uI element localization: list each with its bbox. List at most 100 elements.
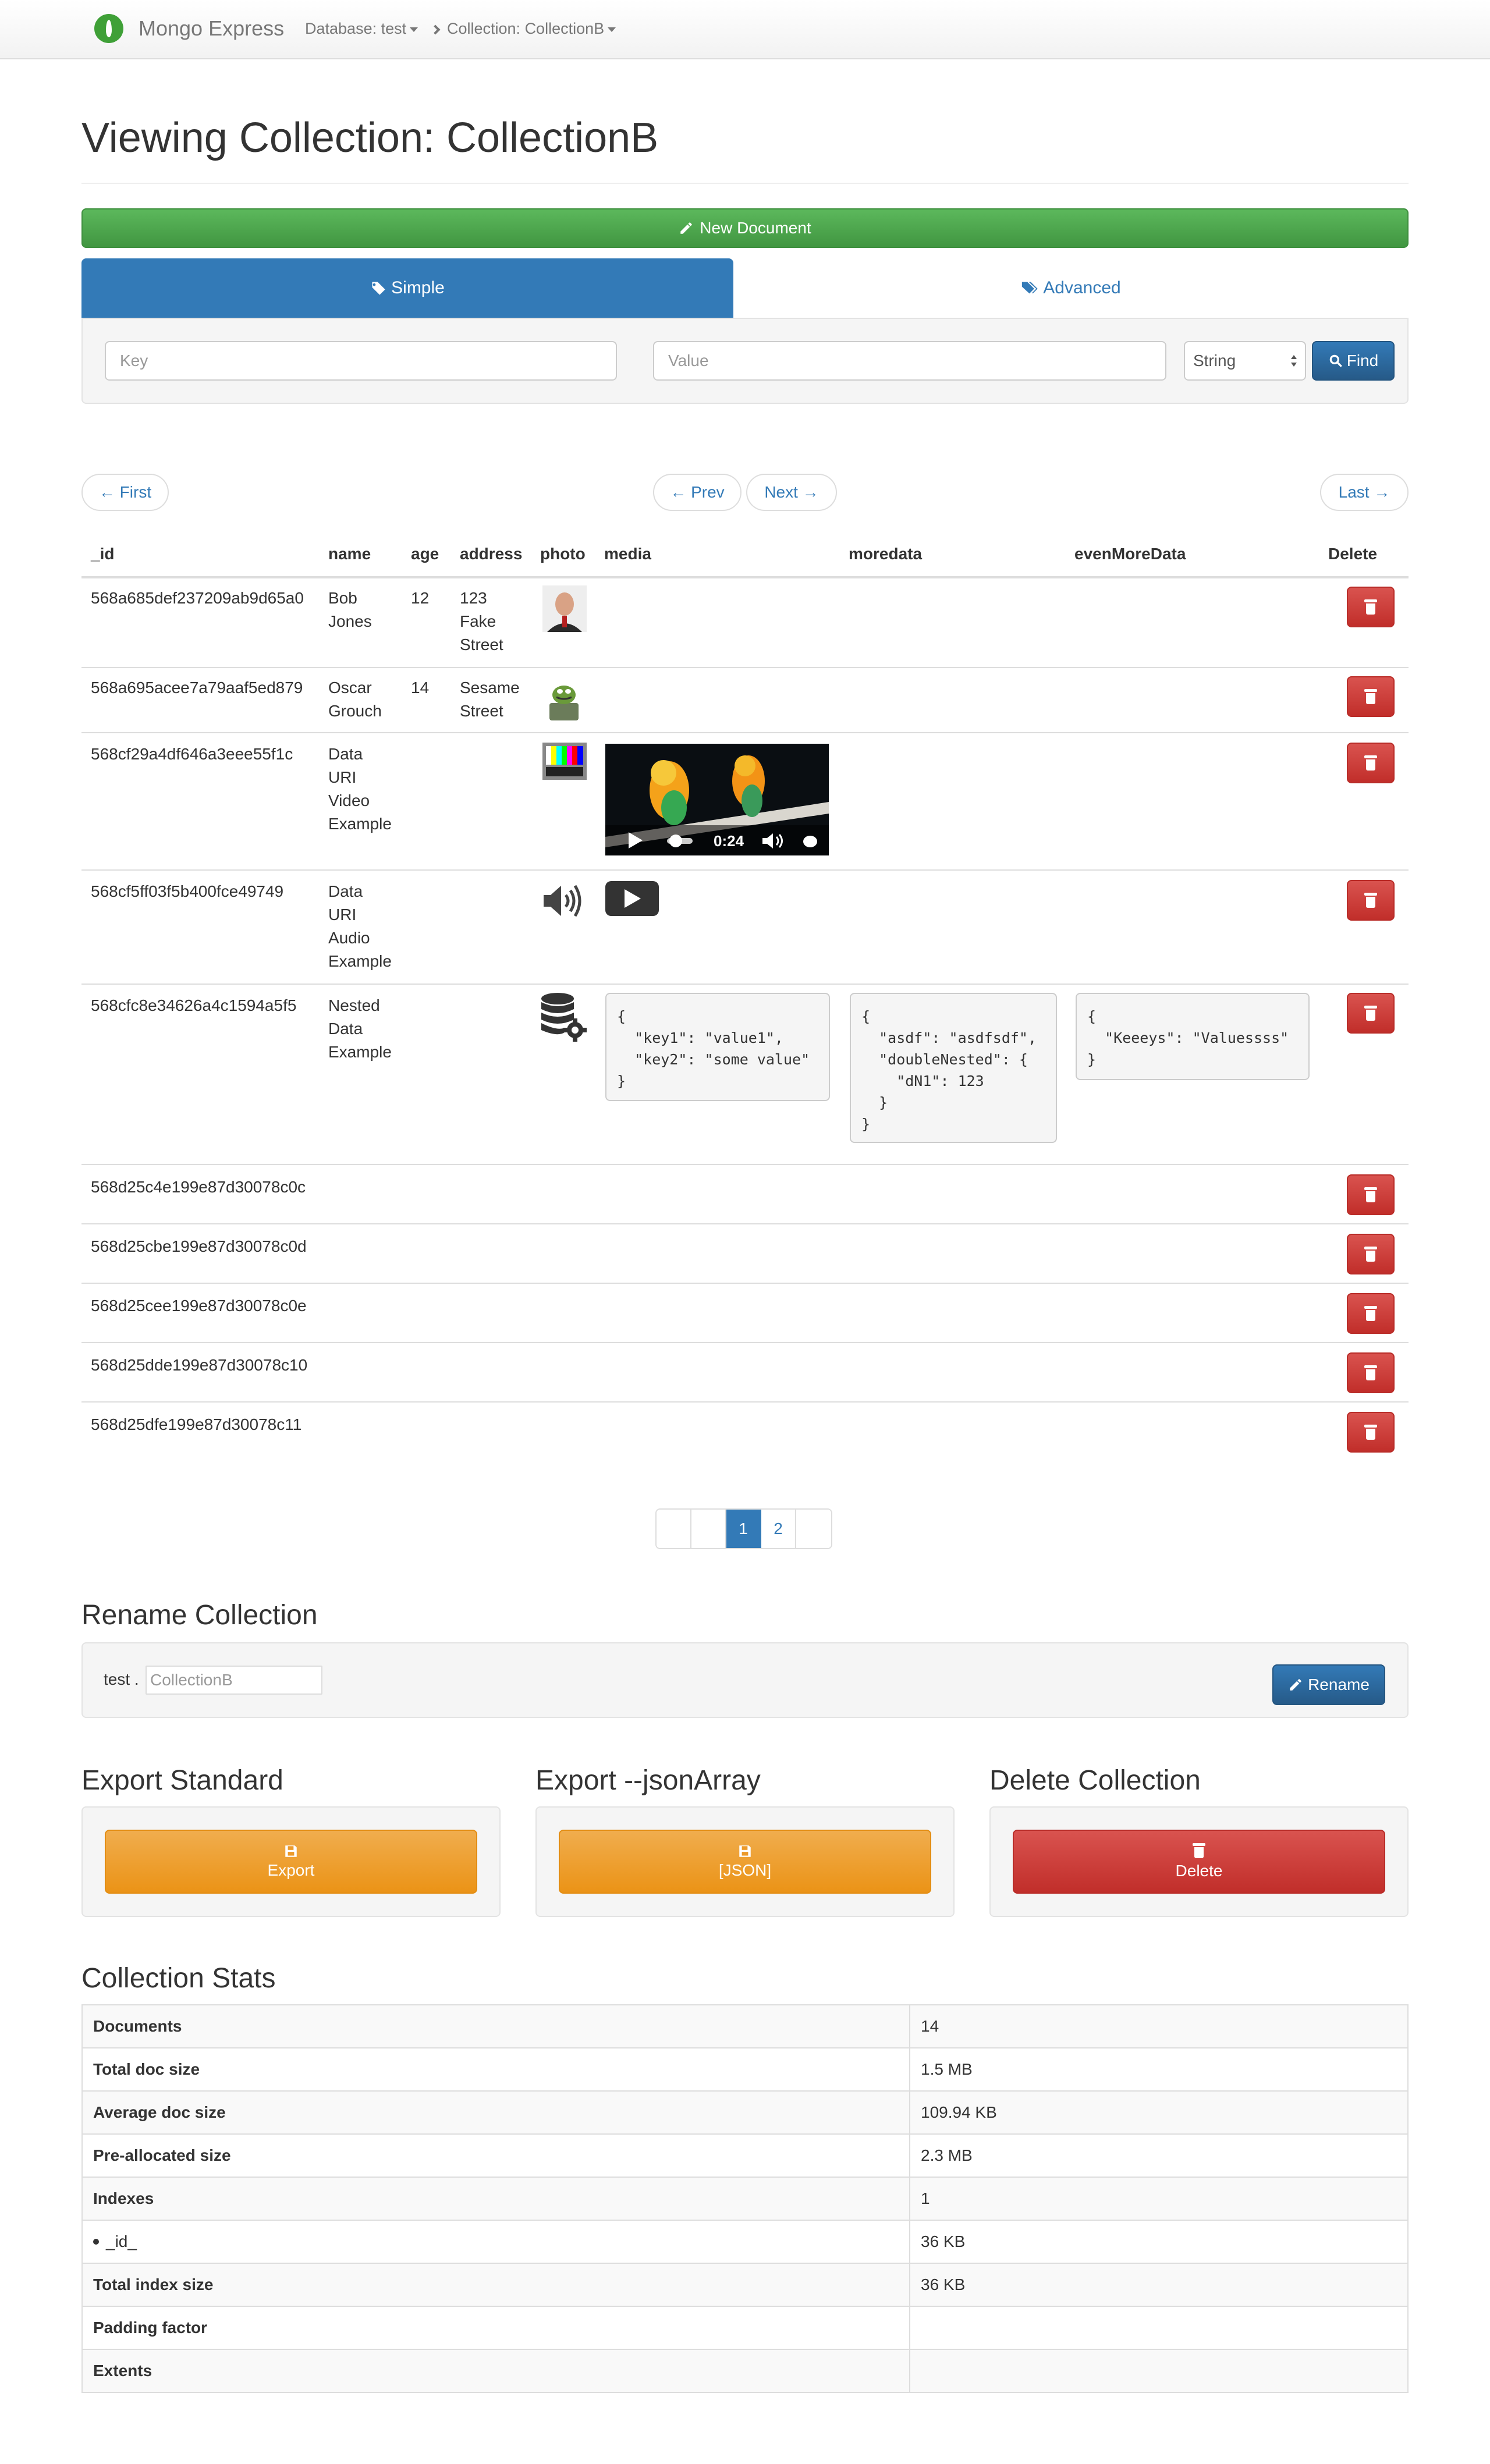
row-divider (81, 869, 1409, 871)
new-document-button[interactable]: New Document (81, 208, 1409, 248)
row-id-link[interactable]: 568a695acee7a79aaf5ed879 (91, 676, 303, 700)
delete-row-button[interactable] (1347, 993, 1395, 1034)
stats-row: _id_ 36 KB (81, 2220, 1409, 2264)
page-2-link[interactable]: 2 (761, 1510, 796, 1548)
tag-icon (371, 282, 385, 295)
delete-row-button[interactable] (1347, 1412, 1395, 1453)
row-divider (81, 1164, 1409, 1165)
json-cell-media: { "key1": "value1", "key2": "some value"… (605, 993, 830, 1101)
tab-advanced[interactable]: Advanced (733, 258, 1409, 318)
page-1-link[interactable]: 1 (726, 1510, 761, 1548)
rename-input[interactable]: CollectionB (146, 1666, 322, 1695)
stat-value: 1.5 MB (909, 2047, 1409, 2092)
stats-heading: Collection Stats (81, 1963, 276, 1994)
stat-label: Documents (81, 2004, 910, 2048)
delete-row-button[interactable] (1347, 587, 1395, 627)
stat-value: 14 (909, 2004, 1409, 2048)
database-gear-icon[interactable] (539, 992, 587, 1042)
delete-row-button[interactable] (1347, 1234, 1395, 1274)
bullet-icon (93, 2238, 99, 2245)
delete-row-button[interactable] (1347, 676, 1395, 717)
trash-icon (1364, 1006, 1377, 1021)
export-standard-heading: Export Standard (81, 1765, 283, 1796)
stats-row: Padding factor (81, 2306, 1409, 2350)
trash-icon (1364, 1247, 1377, 1262)
row-id-link[interactable]: 568cf29a4df646a3eee55f1c (91, 743, 293, 766)
stat-value: 1 (909, 2177, 1409, 2221)
brand-name[interactable]: Mongo Express (139, 16, 284, 41)
database-dropdown[interactable]: Database: test (305, 20, 418, 38)
row-divider (81, 732, 1409, 733)
column-header-age[interactable]: age (411, 545, 439, 563)
divider (81, 183, 1409, 184)
row-id-link[interactable]: 568cf5ff03f5b400fce49749 (91, 880, 283, 903)
test-pattern-image (542, 743, 587, 780)
row-id-link[interactable]: 568d25cee199e87d30078c0e (91, 1294, 307, 1318)
type-select[interactable]: String (1184, 341, 1306, 381)
row-id-link[interactable]: 568d25dfe199e87d30078c11 (91, 1413, 301, 1436)
column-header-evenmoredata[interactable]: evenMoreData (1074, 545, 1186, 563)
floppy-icon (285, 1845, 297, 1857)
row-divider (81, 667, 1409, 668)
pagination-blank (691, 1510, 726, 1548)
play-icon[interactable] (626, 831, 644, 850)
column-header-moredata[interactable]: moredata (849, 545, 922, 563)
volume-slider-handle[interactable] (803, 836, 817, 847)
column-header-address[interactable]: address (460, 545, 522, 563)
delete-row-button[interactable] (1347, 1293, 1395, 1334)
delete-row-button[interactable] (1347, 1352, 1395, 1393)
row-id-link[interactable]: 568d25c4e199e87d30078c0c (91, 1176, 306, 1199)
column-header-photo[interactable]: photo (540, 545, 586, 563)
export-button[interactable]: Export (105, 1830, 477, 1894)
tab-simple[interactable]: Simple (81, 258, 733, 318)
table-header-divider (81, 576, 1409, 578)
last-page-button[interactable]: Last → (1320, 474, 1409, 511)
stats-row: Total index size 36 KB (81, 2263, 1409, 2307)
collection-dropdown[interactable]: Collection: CollectionB (430, 20, 616, 38)
export-json-button[interactable]: [JSON] (559, 1830, 931, 1894)
row-id-link[interactable]: 568d25dde199e87d30078c10 (91, 1354, 307, 1377)
column-header-delete: Delete (1328, 545, 1378, 563)
navbar: Mongo Express Database: test Collection:… (0, 0, 1490, 59)
prev-page-button[interactable]: ← Prev (653, 474, 742, 511)
delete-collection-button[interactable]: Delete (1013, 1830, 1385, 1894)
stat-label: Indexes (81, 2177, 910, 2221)
video-player[interactable]: 0:24 (605, 744, 829, 855)
row-id-link[interactable]: 568cfc8e34626a4c1594a5f5 (91, 994, 296, 1017)
stat-value (909, 2306, 1409, 2350)
row-divider (81, 1342, 1409, 1343)
stats-row: Documents 14 (81, 2004, 1409, 2048)
pencil-icon (1290, 1679, 1301, 1691)
speaker-icon[interactable] (541, 882, 586, 919)
caret-down-icon (410, 27, 418, 32)
delete-row-button[interactable] (1347, 1174, 1395, 1215)
stat-label: Padding factor (81, 2306, 910, 2350)
column-header-name[interactable]: name (328, 545, 371, 563)
stats-row: Extents (81, 2349, 1409, 2393)
stat-label: Total doc size (81, 2047, 910, 2092)
value-input[interactable]: Value (653, 341, 1166, 381)
cell-name: Data URI Audio Example (328, 882, 392, 970)
mongo-leaf-icon[interactable] (94, 14, 123, 43)
audio-play-button[interactable] (605, 881, 659, 916)
delete-row-button[interactable] (1347, 880, 1395, 921)
row-id-link[interactable]: 568d25cbe199e87d30078c0d (91, 1235, 307, 1258)
find-button[interactable]: Find (1312, 341, 1395, 381)
column-header-media[interactable]: media (604, 545, 651, 563)
row-id-link[interactable]: 568a685def237209ab9d65a0 (91, 587, 304, 610)
tags-icon (1022, 282, 1038, 294)
column-header-id[interactable]: _id (91, 545, 114, 563)
next-page-button[interactable]: Next → (746, 474, 837, 511)
delete-row-button[interactable] (1347, 743, 1395, 783)
trash-icon (1364, 755, 1377, 771)
stat-value: 36 KB (909, 2220, 1409, 2264)
first-page-button[interactable]: ← First (81, 474, 169, 511)
key-input[interactable]: Key (105, 341, 617, 381)
trash-icon (1364, 689, 1377, 704)
trash-icon (1364, 1365, 1377, 1380)
trash-icon (1364, 1425, 1377, 1440)
rename-button[interactable]: Rename (1272, 1664, 1385, 1705)
page-title: Viewing Collection: CollectionB (81, 115, 659, 161)
volume-icon[interactable] (761, 832, 787, 850)
video-scrubber[interactable] (669, 835, 682, 847)
